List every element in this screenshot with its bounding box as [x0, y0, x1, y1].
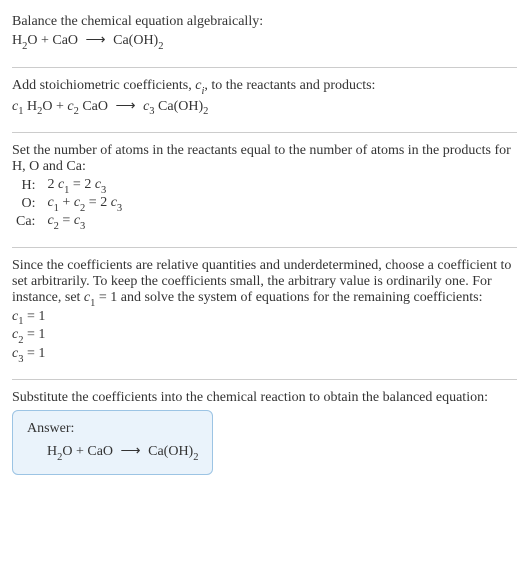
ca-c2s: 2: [54, 221, 59, 232]
divider-3: [12, 247, 517, 248]
ca-c2: c: [47, 213, 53, 228]
o-equation: c1 + c2 = 2 c3: [43, 195, 126, 213]
h-eq: = 2: [69, 177, 94, 192]
caoh: Ca(OH): [155, 99, 204, 114]
ca-c3s: 3: [80, 221, 85, 232]
c2-c: c: [67, 99, 73, 114]
text-part-d: , to the reactants and products:: [204, 78, 375, 93]
section-substitute: Substitute the coefficients into the che…: [12, 384, 517, 485]
c3-val: = 1: [23, 346, 45, 361]
divider-4: [12, 379, 517, 380]
coefficient-solutions: c1 = 1 c2 = 1 c3 = 1: [12, 309, 517, 364]
ca-eq: =: [59, 213, 74, 228]
balanced-equation: H2O + CaO ⟶ Ca(OH)2: [27, 443, 198, 462]
solve-c1: 1: [90, 298, 95, 309]
coeff-equation: c1 H2O + c2 CaO ⟶ c3 Ca(OH)2: [12, 98, 517, 117]
o-c3: c: [111, 195, 117, 210]
table-row: O: c1 + c2 = 2 c3: [12, 195, 126, 213]
c1-val: = 1: [23, 309, 45, 324]
o-c2s: 2: [80, 203, 85, 214]
ans-rest: O + CaO: [62, 444, 116, 459]
section-solve: Since the coefficients are relative quan…: [12, 252, 517, 375]
ans-arrow: ⟶: [117, 444, 145, 459]
reactant-h2o-sub: 2: [22, 41, 27, 52]
h-c1s: 1: [64, 185, 69, 196]
o-label: O:: [12, 195, 43, 213]
table-row: Ca: c2 = c3: [12, 213, 126, 231]
c3-solution: c3 = 1: [12, 346, 517, 364]
c1-solution: c1 = 1: [12, 309, 517, 327]
divider-2: [12, 132, 517, 133]
c2-val: = 1: [23, 327, 45, 342]
reaction-arrow: ⟶: [82, 33, 110, 48]
c1-sub: 1: [18, 106, 23, 117]
substitute-text: Substitute the coefficients into the che…: [12, 390, 517, 406]
c2-idx: 2: [18, 335, 23, 346]
intro-text: Balance the chemical equation algebraica…: [12, 14, 517, 30]
c2-sub: 2: [74, 106, 79, 117]
o-c1s: 1: [54, 203, 59, 214]
text-part-a: Add stoichiometric coefficients,: [12, 78, 195, 93]
h-equation: 2 c1 = 2 c3: [43, 177, 126, 195]
reaction-arrow-2: ⟶: [112, 99, 144, 114]
product-caoh-sub: 2: [158, 41, 163, 52]
cao: CaO: [79, 99, 112, 114]
o-eq: = 2: [85, 195, 110, 210]
ans-caoh: Ca(OH): [145, 444, 194, 459]
reactant-h2o-h: H: [12, 33, 22, 48]
text-ci-i: i: [201, 86, 204, 97]
ca-equation: c2 = c3: [43, 213, 126, 231]
o-plus: +: [59, 195, 74, 210]
product-caoh: Ca(OH): [110, 33, 159, 48]
ans-caoh-sub: 2: [193, 452, 198, 463]
section-add-coefficients: Add stoichiometric coefficients, c i, to …: [12, 72, 517, 129]
c3-sub: 3: [149, 106, 154, 117]
unbalanced-equation: H2O + CaO ⟶ Ca(OH)2: [12, 32, 517, 51]
h2o-h: H: [23, 99, 37, 114]
reactant-rest: O + CaO: [27, 33, 81, 48]
caoh-sub: 2: [203, 106, 208, 117]
add-coeff-text: Add stoichiometric coefficients, ci, to …: [12, 78, 517, 96]
section-balance-intro: Balance the chemical equation algebraica…: [12, 8, 517, 63]
ca-label: Ca:: [12, 213, 43, 231]
answer-box: Answer: H2O + CaO ⟶ Ca(OH)2: [12, 410, 213, 475]
h2o-sub: 2: [37, 106, 42, 117]
h-c3s: 3: [101, 185, 106, 196]
o-c3s: 3: [117, 203, 122, 214]
h2o-rest: O +: [42, 99, 67, 114]
table-row: H: 2 c1 = 2 c3: [12, 177, 126, 195]
solve-text: Since the coefficients are relative quan…: [12, 258, 517, 308]
atom-balance-table: H: 2 c1 = 2 c3 O: c1 + c2 = 2 c3 Ca: c2 …: [12, 177, 126, 230]
h-2: 2: [47, 177, 58, 192]
c1-idx: 1: [18, 316, 23, 327]
atom-eq-text: Set the number of atoms in the reactants…: [12, 143, 517, 175]
ans-h2o-sub: 2: [57, 452, 62, 463]
h-label: H:: [12, 177, 43, 195]
divider-1: [12, 67, 517, 68]
solve-d: = 1 and solve the system of equations fo…: [95, 290, 482, 305]
c2-solution: c2 = 1: [12, 327, 517, 345]
o-c1: c: [47, 195, 53, 210]
section-atom-equations: Set the number of atoms in the reactants…: [12, 137, 517, 242]
ans-h2o-h: H: [47, 444, 57, 459]
answer-label: Answer:: [27, 421, 198, 437]
c3-idx: 3: [18, 354, 23, 365]
